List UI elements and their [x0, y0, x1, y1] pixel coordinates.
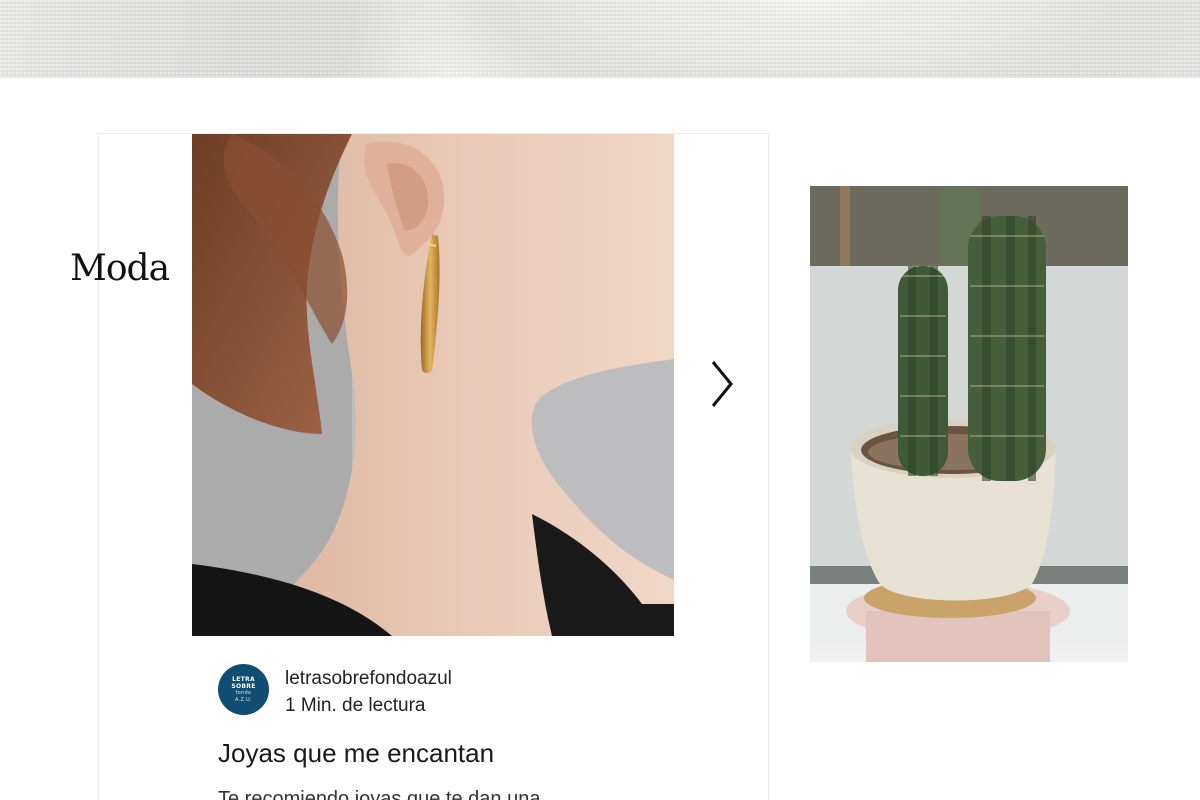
cactus-photo [810, 186, 1128, 662]
hero-fabric-fold [400, 0, 1200, 78]
next-post-button[interactable] [700, 358, 740, 410]
post-excerpt: Te recomiendo joyas que te dan una [218, 788, 541, 800]
chevron-right-icon [711, 361, 733, 407]
hero-banner-image [0, 0, 1200, 78]
post-title[interactable]: Joyas que me encantan [218, 738, 494, 769]
category-label: Moda [70, 248, 170, 289]
read-time: 1 Min. de lectura [285, 695, 426, 716]
earring-photo [192, 134, 674, 636]
post-cover-image[interactable] [192, 134, 674, 636]
cactus-side-image[interactable] [810, 186, 1128, 662]
author-avatar[interactable]: LETRA SOBRE fondo A.Z.U. [218, 664, 269, 715]
author-name[interactable]: letrasobrefondoazul [285, 668, 452, 690]
